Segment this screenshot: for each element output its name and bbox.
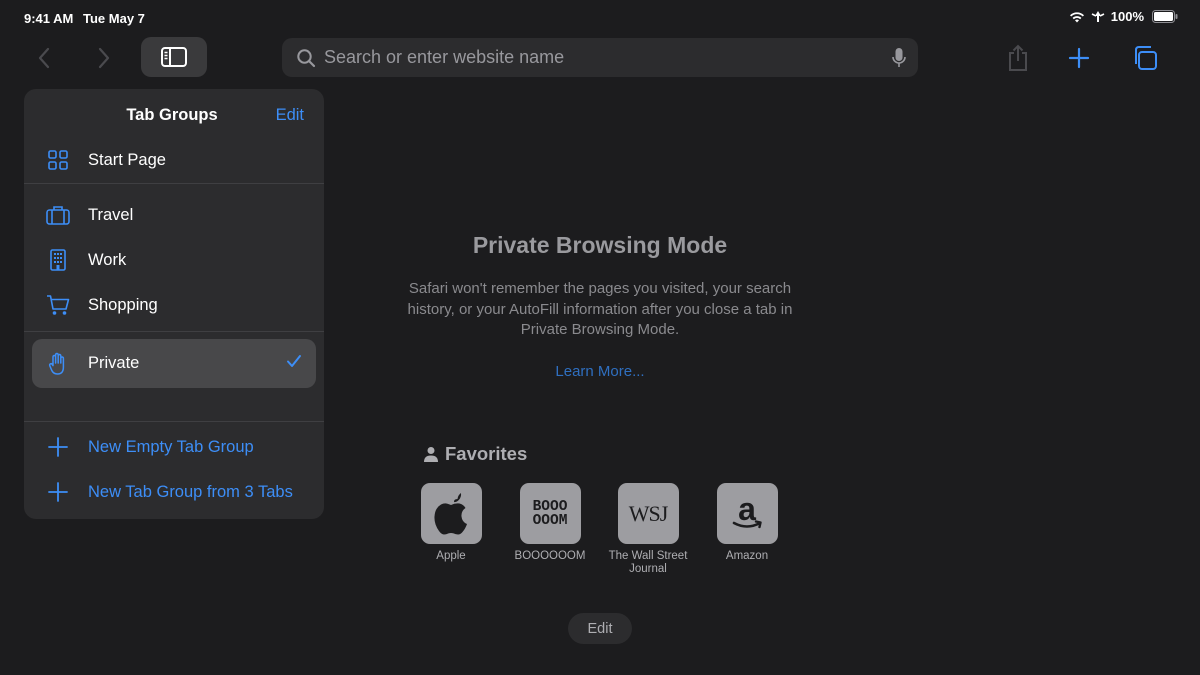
- favorite-boooooom[interactable]: BOOO OOOM BOOOOOOM: [500, 483, 600, 563]
- tab-group-label: Shopping: [88, 295, 158, 314]
- toolbar: [0, 36, 1200, 80]
- chevron-left-icon: [38, 47, 50, 69]
- share-icon: [1009, 44, 1027, 71]
- plus-icon: [1068, 47, 1090, 69]
- address-bar[interactable]: [282, 38, 918, 77]
- tab-overview-button[interactable]: [1125, 38, 1165, 78]
- sidebar-button[interactable]: [141, 37, 207, 77]
- favorite-tile: WSJ: [617, 483, 679, 544]
- status-bar: 9:41 AM Tue May 7 100%: [0, 0, 1200, 36]
- divider: [24, 183, 324, 184]
- favorites-title: Favorites: [445, 443, 528, 464]
- sidebar-icon: [161, 47, 187, 67]
- search-icon: [297, 48, 316, 67]
- favorite-amazon[interactable]: a Amazon: [697, 483, 797, 563]
- favorites-header: Favorites: [423, 443, 527, 465]
- new-tab-group-from-tabs-label: New Tab Group from 3 Tabs: [88, 482, 293, 501]
- tab-group-shopping[interactable]: Shopping: [32, 283, 316, 327]
- wsj-logo-text: WSJ: [628, 500, 669, 526]
- favorite-label: Amazon: [725, 550, 769, 562]
- favorite-apple[interactable]: Apple: [401, 483, 501, 563]
- chevron-right-icon: [98, 47, 110, 69]
- favorite-label: The Wall Street Journal: [608, 550, 688, 575]
- favorite-tile: a: [716, 483, 778, 544]
- tab-group-label: Travel: [88, 205, 134, 224]
- forward-button[interactable]: [84, 38, 124, 78]
- favorite-wsj[interactable]: WSJ The Wall Street Journal: [598, 483, 698, 576]
- new-tab-button[interactable]: [1059, 38, 1099, 78]
- divider: [24, 331, 324, 332]
- new-tab-group-from-tabs-button[interactable]: New Tab Group from 3 Tabs: [32, 470, 316, 514]
- microphone-icon[interactable]: [892, 47, 906, 69]
- favorite-tile: [420, 483, 482, 544]
- tab-group-travel[interactable]: Travel: [32, 193, 316, 237]
- favorite-label: BOOOOOOM: [514, 550, 586, 562]
- plus-icon: [45, 479, 71, 505]
- new-empty-tab-group-label: New Empty Tab Group: [88, 437, 254, 456]
- address-input[interactable]: [324, 47, 892, 68]
- svg-text:a: a: [738, 494, 756, 527]
- grid-icon: [45, 147, 71, 173]
- private-mode-description: Safari won't remember the pages you visi…: [407, 280, 793, 338]
- airplay-icon: [1091, 10, 1105, 23]
- start-page-label: Start Page: [88, 150, 166, 169]
- divider: [24, 421, 324, 422]
- new-empty-tab-group-button[interactable]: New Empty Tab Group: [32, 425, 316, 469]
- share-button[interactable]: [998, 38, 1038, 78]
- start-page-item[interactable]: Start Page: [32, 138, 316, 182]
- person-icon: [424, 447, 438, 462]
- safari-window: 9:41 AM Tue May 7 100% Search or enter w…: [0, 0, 1200, 675]
- favorite-label: Apple: [436, 550, 466, 562]
- learn-more-link[interactable]: Learn More...: [0, 363, 1200, 380]
- plus-icon: [45, 434, 71, 460]
- amazon-logo-icon: a: [732, 494, 762, 528]
- wifi-icon: [1069, 11, 1085, 23]
- status-date: Tue May 7: [83, 11, 145, 26]
- favorite-tile: BOOO OOOM: [519, 483, 581, 544]
- apple-logo-icon: [434, 492, 467, 534]
- boooooom-logo-text: BOOO OOOM: [532, 498, 568, 529]
- cart-icon: [45, 292, 71, 318]
- suitcase-icon: [45, 202, 71, 228]
- popover-edit-button[interactable]: Edit: [276, 106, 304, 125]
- page-title: Private Browsing Mode: [472, 232, 728, 258]
- back-button[interactable]: [24, 38, 64, 78]
- battery-icon: [1152, 10, 1178, 23]
- favorites-edit-button[interactable]: Edit: [568, 613, 632, 644]
- tab-groups-popover: Tab Groups Edit Start Page Travel Work S…: [24, 89, 324, 519]
- battery-percent: 100%: [1110, 9, 1144, 24]
- status-time: 9:41 AM: [24, 11, 74, 26]
- status-indicators: 100%: [1069, 9, 1178, 24]
- tabs-icon: [1135, 46, 1157, 70]
